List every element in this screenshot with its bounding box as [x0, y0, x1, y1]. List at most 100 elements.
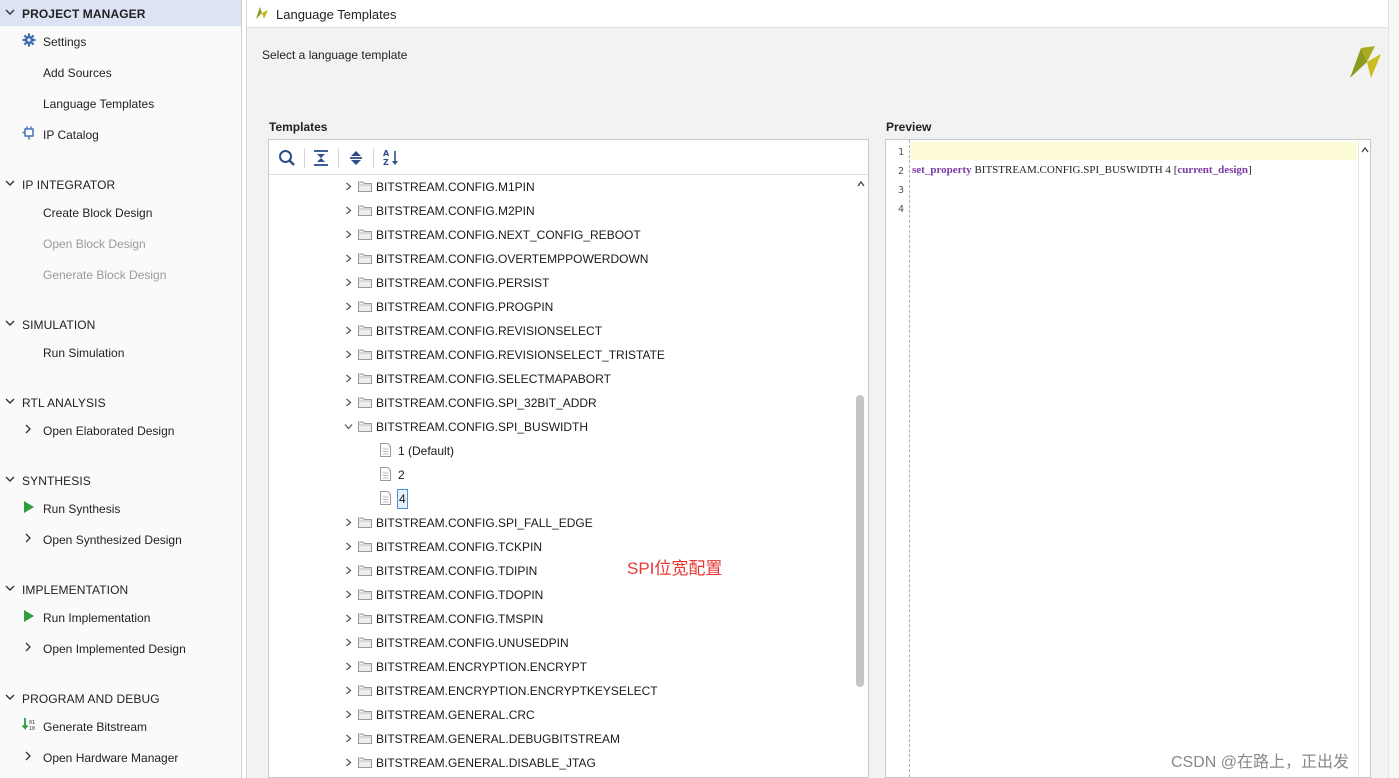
tree-folder-row[interactable]: BITSTREAM.ENCRYPTION.ENCRYPTKEYSELECT: [269, 679, 853, 703]
chevron-right-icon[interactable]: [344, 206, 353, 215]
tree-template-row[interactable]: 4: [269, 487, 853, 511]
tree-folder-row[interactable]: BITSTREAM.CONFIG.TMSPIN: [269, 607, 853, 631]
tree-template-row[interactable]: 1 (Default): [269, 439, 853, 463]
scroll-up-icon[interactable]: [1361, 146, 1369, 154]
chevron-right-icon[interactable]: [344, 662, 353, 671]
tree-folder-row[interactable]: BITSTREAM.CONFIG.SELECTMAPABORT: [269, 367, 853, 391]
collapse-all-icon[interactable]: [311, 148, 331, 168]
chevron-right-icon[interactable]: [344, 542, 353, 551]
chevron-right-icon[interactable]: [344, 398, 353, 407]
toolbar-separator: [338, 148, 339, 168]
nav-item-generate-block-design[interactable]: Generate Block Design: [0, 262, 241, 286]
preview-scrollbar[interactable]: [1358, 140, 1370, 777]
code-close-bracket: ]: [1248, 164, 1252, 176]
chevron-right-icon[interactable]: [23, 642, 33, 652]
language-templates-window: Language Templates Select a language tem…: [246, 0, 1399, 778]
scrollbar-thumb[interactable]: [856, 395, 864, 687]
expand-all-icon[interactable]: [346, 148, 366, 168]
chevron-right-icon[interactable]: [344, 638, 353, 647]
tree-folder-row[interactable]: BITSTREAM.CONFIG.SPI_32BIT_ADDR: [269, 391, 853, 415]
chevron-right-icon[interactable]: [344, 326, 353, 335]
nav-item-open-block-design[interactable]: Open Block Design: [0, 231, 241, 255]
chevron-right-icon[interactable]: [344, 278, 353, 287]
nav-item-run-synthesis[interactable]: Run Synthesis: [0, 496, 241, 520]
tree-folder-row[interactable]: BITSTREAM.GENERAL.DISABLE_JTAG: [269, 751, 853, 775]
nav-item-run-simulation[interactable]: Run Simulation: [0, 340, 241, 364]
tree-folder-row[interactable]: BITSTREAM.GENERAL.DEBUGBITSTREAM: [269, 727, 853, 751]
nav-item-label: Open Elaborated Design: [43, 424, 175, 438]
tree-folder-row[interactable]: BITSTREAM.CONFIG.NEXT_CONFIG_REBOOT: [269, 223, 853, 247]
scroll-up-icon[interactable]: [857, 180, 865, 188]
chevron-down-icon[interactable]: [344, 422, 353, 431]
svg-text:A: A: [383, 149, 390, 158]
folder-icon: [358, 709, 372, 720]
search-icon[interactable]: [277, 148, 297, 168]
tree-folder-row[interactable]: BITSTREAM.GENERAL.CRC: [269, 703, 853, 727]
nav-item-generate-bitstream[interactable]: 01 10 Generate Bitstream: [0, 714, 241, 738]
section-ip-integrator[interactable]: IP INTEGRATOR: [0, 171, 241, 197]
chevron-right-icon[interactable]: [344, 758, 353, 767]
chevron-right-icon[interactable]: [344, 710, 353, 719]
section-project-manager[interactable]: PROJECT MANAGER: [0, 0, 241, 26]
window-title: Language Templates: [276, 7, 397, 22]
nav-item-language-templates[interactable]: Language Templates: [0, 91, 241, 115]
tree-folder-row[interactable]: BITSTREAM.CONFIG.REVISIONSELECT: [269, 319, 853, 343]
section-rtl-analysis[interactable]: RTL ANALYSIS: [0, 389, 241, 415]
tree-folder-row[interactable]: BITSTREAM.CONFIG.SPI_FALL_EDGE: [269, 511, 853, 535]
nav-item-add-sources[interactable]: Add Sources: [0, 60, 241, 84]
tree-folder-row[interactable]: BITSTREAM.CONFIG.REVISIONSELECT_TRISTATE: [269, 343, 853, 367]
section-program-and-debug[interactable]: PROGRAM AND DEBUG: [0, 685, 241, 711]
code-line[interactable]: set_property BITSTREAM.CONFIG.SPI_BUSWID…: [912, 164, 1252, 176]
folder-icon: [358, 421, 372, 432]
section-title: RTL ANALYSIS: [22, 396, 106, 410]
tree-folder-row[interactable]: BITSTREAM.CONFIG.SPI_BUSWIDTH: [269, 415, 853, 439]
chevron-right-icon[interactable]: [344, 302, 353, 311]
chevron-right-icon[interactable]: [344, 734, 353, 743]
tree-folder-row[interactable]: BITSTREAM.CONFIG.OVERTEMPPOWERDOWN: [269, 247, 853, 271]
tree-folder-row[interactable]: BITSTREAM.CONFIG.M1PIN: [269, 175, 853, 199]
tree-folder-row[interactable]: BITSTREAM.CONFIG.UNUSEDPIN: [269, 631, 853, 655]
nav-item-run-implementation[interactable]: Run Implementation: [0, 605, 241, 629]
chevron-right-icon[interactable]: [344, 374, 353, 383]
window-titlebar: Language Templates: [247, 0, 1399, 28]
nav-item-open-synthesized-design[interactable]: Open Synthesized Design: [0, 527, 241, 551]
chevron-right-icon[interactable]: [344, 614, 353, 623]
chevron-right-icon[interactable]: [344, 254, 353, 263]
nav-item-open-implemented-design[interactable]: Open Implemented Design: [0, 636, 241, 660]
section-simulation[interactable]: SIMULATION: [0, 311, 241, 337]
folder-icon: [358, 397, 372, 408]
tree-folder-row[interactable]: BITSTREAM.ENCRYPTION.ENCRYPT: [269, 655, 853, 679]
tree-folder-row[interactable]: BITSTREAM.CONFIG.M2PIN: [269, 199, 853, 223]
nav-item-open-elaborated-design[interactable]: Open Elaborated Design: [0, 418, 241, 442]
tree-folder-label: BITSTREAM.CONFIG.M1PIN: [376, 180, 535, 194]
sort-az-icon[interactable]: AZ: [381, 148, 401, 168]
nav-item-settings[interactable]: Settings: [0, 29, 241, 53]
tree-folder-row[interactable]: BITSTREAM.CONFIG.TDOPIN: [269, 583, 853, 607]
chevron-right-icon[interactable]: [344, 518, 353, 527]
chevron-right-icon[interactable]: [344, 590, 353, 599]
tree-folder-label: BITSTREAM.CONFIG.SPI_32BIT_ADDR: [376, 396, 597, 410]
chevron-right-icon[interactable]: [23, 533, 33, 543]
chevron-right-icon[interactable]: [344, 350, 353, 359]
templates-scrollbar[interactable]: [854, 175, 868, 777]
chevron-right-icon[interactable]: [23, 424, 33, 434]
chevron-right-icon[interactable]: [344, 230, 353, 239]
chevron-right-icon[interactable]: [344, 686, 353, 695]
tree-folder-row[interactable]: BITSTREAM.CONFIG.TDIPIN: [269, 559, 853, 583]
nav-item-create-block-design[interactable]: Create Block Design: [0, 200, 241, 224]
nav-item-ip-catalog[interactable]: IP Catalog: [0, 122, 241, 146]
window-edge-scrollbar[interactable]: [1388, 0, 1399, 778]
folder-icon: [358, 565, 372, 576]
chevron-right-icon[interactable]: [23, 751, 33, 761]
section-synthesis[interactable]: SYNTHESIS: [0, 467, 241, 493]
tree-folder-row[interactable]: BITSTREAM.CONFIG.TCKPIN: [269, 535, 853, 559]
folder-icon: [358, 517, 372, 528]
section-implementation[interactable]: IMPLEMENTATION: [0, 576, 241, 602]
nav-item-open-hardware-manager[interactable]: Open Hardware Manager: [0, 745, 241, 769]
tree-template-row[interactable]: 2: [269, 463, 853, 487]
tree-folder-row[interactable]: BITSTREAM.CONFIG.PROGPIN: [269, 295, 853, 319]
tree-folder-row[interactable]: BITSTREAM.CONFIG.PERSIST: [269, 271, 853, 295]
chevron-right-icon[interactable]: [344, 182, 353, 191]
tree-folder-label: BITSTREAM.CONFIG.SPI_BUSWIDTH: [376, 420, 589, 434]
chevron-right-icon[interactable]: [344, 566, 353, 575]
